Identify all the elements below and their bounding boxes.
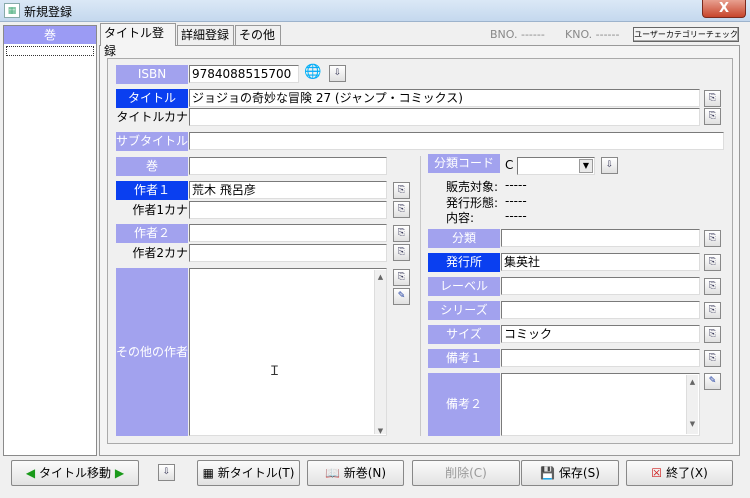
new-volume-label: 新巻(N) bbox=[343, 466, 387, 480]
author1-label: 作者１ bbox=[116, 181, 188, 200]
save-label: 保存(S) bbox=[558, 466, 600, 480]
isbn-input[interactable]: 9784088515700 bbox=[189, 65, 299, 83]
author2-input[interactable] bbox=[189, 224, 387, 242]
category-input[interactable] bbox=[501, 229, 700, 247]
series-lookup-icon[interactable]: ⎘ bbox=[704, 302, 721, 319]
title-label: タイトル bbox=[116, 89, 188, 108]
other-authors-lookup-icon[interactable]: ⎘ bbox=[393, 269, 410, 286]
other-authors-textarea[interactable] bbox=[189, 268, 387, 436]
chevron-down-icon[interactable]: ▼ bbox=[579, 159, 593, 173]
author1-kana-lookup-icon[interactable]: ⎘ bbox=[393, 201, 410, 218]
category-code-import-icon[interactable]: ⇩ bbox=[601, 157, 618, 174]
new-title-icon: ▦ bbox=[202, 466, 218, 480]
size-lookup-icon[interactable]: ⎘ bbox=[704, 326, 721, 343]
kno-readout: KNO. ------ bbox=[565, 28, 620, 41]
note2-edit-pencil-icon[interactable]: ✎ bbox=[704, 373, 721, 390]
author2-kana-lookup-icon[interactable]: ⎘ bbox=[393, 244, 410, 261]
other-authors-label: その他の作者 bbox=[116, 268, 188, 436]
size-label: サイズ bbox=[428, 325, 500, 344]
title-move-label: タイトル移動 bbox=[38, 466, 111, 480]
next-title-arrow-icon[interactable]: ▶ bbox=[115, 466, 124, 480]
user-category-check-button[interactable]: ユーザーカテゴリーチェック bbox=[633, 27, 739, 42]
label-field-input[interactable] bbox=[501, 277, 700, 295]
new-volume-button[interactable]: 📖 新巻(N) bbox=[307, 460, 404, 486]
volume-label: 巻 bbox=[116, 157, 188, 176]
author1-lookup-icon[interactable]: ⎘ bbox=[393, 182, 410, 199]
note1-label: 備考１ bbox=[428, 349, 500, 368]
note1-lookup-icon[interactable]: ⎘ bbox=[704, 350, 721, 367]
volume-list[interactable]: 巻 bbox=[3, 25, 97, 456]
close-icon: ☒ bbox=[651, 466, 667, 480]
title-move-group: ◀ タイトル移動 ▶ bbox=[11, 460, 139, 486]
category-lookup-icon[interactable]: ⎘ bbox=[704, 230, 721, 247]
note2-textarea[interactable] bbox=[501, 373, 700, 436]
window-title: 新規登録 bbox=[24, 5, 73, 19]
title-bar: ▦ 新規登録 X bbox=[0, 0, 750, 22]
save-button[interactable]: 💾 保存(S) bbox=[521, 460, 619, 486]
new-title-button[interactable]: ▦ 新タイトル(T) bbox=[197, 460, 300, 486]
note1-input[interactable] bbox=[501, 349, 700, 367]
tab-detail-registration[interactable]: 詳細登録 bbox=[177, 25, 234, 45]
title-kana-label: タイトルカナ bbox=[116, 110, 188, 124]
new-title-label: 新タイトル(T) bbox=[217, 466, 295, 480]
globe-icon[interactable]: 🌐 bbox=[304, 65, 321, 82]
publisher-label: 発行所 bbox=[428, 253, 500, 272]
exit-label: 終了(X) bbox=[666, 466, 708, 480]
author1-input[interactable]: 荒木 飛呂彦 bbox=[189, 181, 387, 199]
tab-title-registration[interactable]: タイトル登録 bbox=[100, 23, 176, 58]
size-input[interactable]: コミック bbox=[501, 325, 700, 343]
volume-list-header: 巻 bbox=[4, 26, 96, 44]
category-code-prefix: C bbox=[505, 158, 514, 172]
publisher-input[interactable]: 集英社 bbox=[501, 253, 700, 271]
prev-title-arrow-icon[interactable]: ◀ bbox=[26, 466, 35, 480]
author1-kana-input[interactable] bbox=[189, 201, 387, 219]
issue-form-value: ----- bbox=[505, 194, 527, 208]
title-kana-input[interactable] bbox=[189, 108, 700, 126]
author2-label: 作者２ bbox=[116, 224, 188, 243]
title-input[interactable]: ジョジョの奇妙な冒険 27 (ジャンプ・コミックス) bbox=[189, 89, 700, 107]
note2-label: 備考２ bbox=[428, 373, 500, 436]
exit-button[interactable]: ☒ 終了(X) bbox=[626, 460, 733, 486]
title-kana-lookup-icon[interactable]: ⎘ bbox=[704, 108, 721, 125]
category-label: 分類 bbox=[428, 229, 500, 248]
series-label: シリーズ bbox=[428, 301, 500, 320]
author2-kana-input[interactable] bbox=[189, 244, 387, 262]
bottom-import-icon[interactable]: ⇩ bbox=[158, 464, 175, 481]
label-field-lookup-icon[interactable]: ⎘ bbox=[704, 278, 721, 295]
close-button[interactable]: X bbox=[702, 0, 746, 18]
import-icon[interactable]: ⇩ bbox=[329, 65, 346, 82]
column-divider bbox=[420, 156, 421, 436]
category-code-label: 分類コード bbox=[428, 154, 500, 173]
isbn-label: ISBN bbox=[116, 65, 188, 84]
app-icon: ▦ bbox=[4, 3, 20, 18]
volume-list-row[interactable] bbox=[6, 46, 94, 56]
subtitle-input[interactable] bbox=[189, 132, 724, 150]
publisher-lookup-icon[interactable]: ⎘ bbox=[704, 254, 721, 271]
content-value: ----- bbox=[505, 209, 527, 223]
bno-readout: BNO. ------ bbox=[490, 28, 545, 41]
text-cursor-icon: Ｉ bbox=[268, 364, 282, 379]
title-lookup-icon[interactable]: ⎘ bbox=[704, 90, 721, 107]
save-icon: 💾 bbox=[540, 466, 559, 480]
note2-scrollbar[interactable]: ▲ ▼ bbox=[686, 375, 698, 434]
sales-target-label: 販売対象: bbox=[446, 180, 499, 194]
edit-pencil-icon[interactable]: ✎ bbox=[393, 288, 410, 305]
content-label: 内容: bbox=[446, 211, 475, 225]
author2-lookup-icon[interactable]: ⎘ bbox=[393, 225, 410, 242]
author2-kana-label: 作者2カナ bbox=[132, 246, 188, 260]
author1-kana-label: 作者1カナ bbox=[132, 203, 188, 217]
label-field-label: レーベル bbox=[428, 277, 500, 296]
series-input[interactable] bbox=[501, 301, 700, 319]
book-icon: 📖 bbox=[324, 466, 344, 480]
subtitle-label: サブタイトル bbox=[116, 132, 188, 151]
sales-target-value: ----- bbox=[505, 178, 527, 192]
tab-other[interactable]: その他 bbox=[235, 25, 281, 45]
volume-input[interactable] bbox=[189, 157, 387, 175]
delete-button[interactable]: 削除(C) bbox=[412, 460, 520, 486]
other-authors-scrollbar[interactable]: ▲ ▼ bbox=[374, 270, 386, 435]
